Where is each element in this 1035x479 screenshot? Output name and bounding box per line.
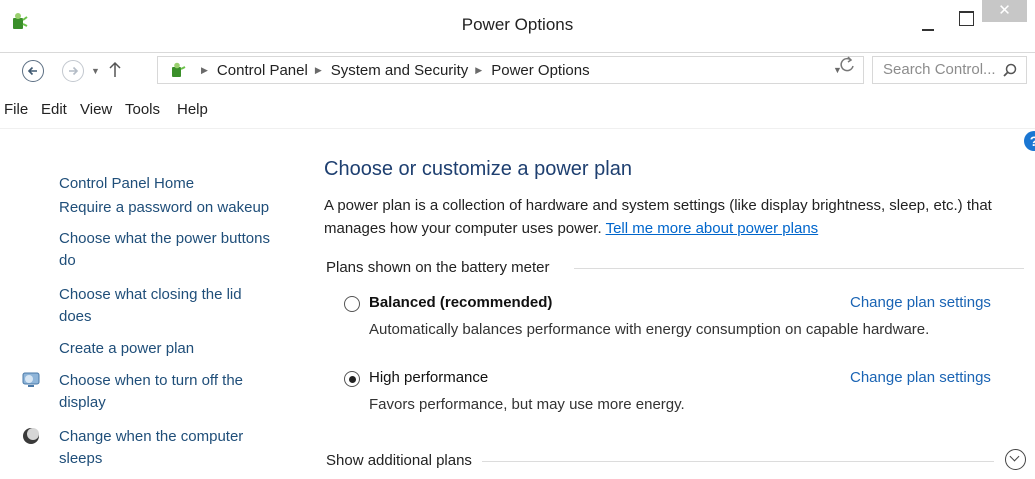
sidebar-item-closing-lid[interactable]: Choose what closing the lid does: [59, 284, 274, 328]
minimize-button[interactable]: [915, 8, 943, 34]
change-plan-settings-high-performance[interactable]: Change plan settings: [850, 369, 991, 386]
sidebar-item-turn-off-display[interactable]: Choose when to turn off the display: [59, 370, 274, 414]
tell-me-more-link[interactable]: Tell me more about power plans: [606, 220, 819, 237]
navigation-bar: ▼ ▶ Control Panel ▶ System and Security …: [0, 52, 1035, 92]
breadcrumb-power-options[interactable]: Power Options: [491, 62, 589, 79]
window-title: Power Options: [461, 15, 574, 34]
plan-name-high-performance[interactable]: High performance: [369, 369, 488, 386]
breadcrumb-separator[interactable]: ▶: [315, 65, 322, 76]
forward-button[interactable]: [62, 60, 84, 82]
breadcrumb-separator[interactable]: ▶: [475, 65, 482, 76]
show-additional-plans-label[interactable]: Show additional plans: [326, 452, 472, 469]
breadcrumb-system-and-security[interactable]: System and Security: [331, 62, 469, 79]
page-title: Choose or customize a power plan: [324, 158, 632, 180]
additional-plans-divider: [482, 461, 994, 462]
plan-name-balanced[interactable]: Balanced (recommended): [369, 294, 552, 311]
menu-view[interactable]: View: [80, 101, 112, 118]
page-description: A power plan is a collection of hardware…: [324, 194, 1029, 240]
up-level-button[interactable]: [108, 60, 122, 83]
arrow-left-icon: [27, 66, 37, 76]
radio-high-performance[interactable]: [344, 371, 360, 387]
search-icon[interactable]: [1003, 63, 1017, 77]
plan-description-high-performance: Favors performance, but may use more ene…: [369, 396, 685, 413]
group-label-battery-meter: Plans shown on the battery meter: [326, 259, 550, 276]
change-plan-settings-balanced[interactable]: Change plan settings: [850, 294, 991, 311]
menu-tools[interactable]: Tools: [125, 101, 160, 118]
control-panel-icon: [172, 62, 186, 77]
arrow-up-icon: [109, 61, 121, 77]
close-button[interactable]: ✕: [982, 0, 1027, 22]
chevron-down-icon[interactable]: [1005, 449, 1026, 470]
breadcrumb: ▶ Control Panel ▶ System and Security ▶ …: [194, 57, 590, 83]
sidebar-item-computer-sleeps[interactable]: Change when the computer sleeps: [59, 426, 274, 470]
arrow-right-icon: [69, 66, 79, 76]
moon-icon: [23, 428, 39, 444]
menu-help[interactable]: Help: [177, 101, 208, 118]
sidebar-item-create-plan[interactable]: Create a power plan: [59, 338, 194, 360]
help-icon[interactable]: ?: [1024, 131, 1035, 151]
sidebar-item-power-buttons[interactable]: Choose what the power buttons do: [59, 228, 274, 272]
menu-file[interactable]: File: [4, 101, 28, 118]
search-placeholder: Search Control...: [883, 61, 996, 78]
breadcrumb-separator[interactable]: ▶: [201, 65, 208, 76]
menu-edit[interactable]: Edit: [41, 101, 67, 118]
display-icon: [22, 372, 40, 387]
address-bar[interactable]: ▶ Control Panel ▶ System and Security ▶ …: [157, 56, 864, 84]
sidebar-item-require-password[interactable]: Require a password on wakeup: [59, 197, 269, 219]
refresh-icon: [840, 56, 854, 72]
title-bar: Power Options ✕: [0, 0, 1035, 53]
refresh-button[interactable]: [833, 54, 861, 80]
sidebar-item-control-panel-home[interactable]: Control Panel Home: [59, 173, 194, 195]
back-button[interactable]: [22, 60, 44, 82]
radio-balanced[interactable]: [344, 296, 360, 312]
maximize-button[interactable]: [953, 8, 981, 34]
breadcrumb-control-panel[interactable]: Control Panel: [217, 62, 308, 79]
group-divider: [574, 268, 1024, 269]
recent-locations-dropdown[interactable]: ▼: [91, 66, 100, 76]
search-input[interactable]: Search Control...: [872, 56, 1027, 84]
plan-description-balanced: Automatically balances performance with …: [369, 321, 930, 338]
menu-bar: File Edit View Tools Help: [0, 92, 1035, 129]
